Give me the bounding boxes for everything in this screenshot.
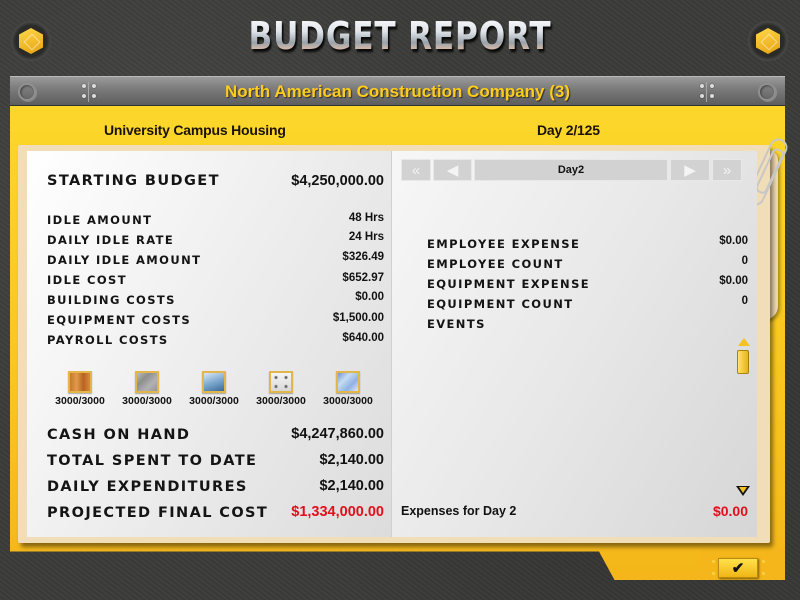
summary-row-value: $652.97 [342,272,384,284]
double-chevron-left-icon: « [411,161,421,179]
material-count: 3000/3000 [189,395,239,407]
double-chevron-right-icon: » [722,161,732,179]
summary-row-value: $640.00 [342,332,384,344]
confirm-button[interactable]: ✔ [718,558,758,578]
daily-row-value: 0 [741,255,748,267]
daily-row-label: EQUIPMENT COUNT [427,297,574,311]
checkmark-icon: ✔ [731,560,745,577]
totals-row-label: DAILY EXPENDITURES [47,479,248,495]
daily-row-label: EMPLOYEE COUNT [427,257,564,271]
totals-row-label: TOTAL SPENT TO DATE [47,453,258,469]
summary-row-value: $0.00 [355,291,384,303]
total-spent-value: $2,140.00 [319,452,384,468]
day-counter: Day 2/125 [537,122,600,138]
steel-material-icon [202,371,226,393]
totals-row-label: PROJECTED FINAL COST [47,505,269,521]
material-item: 3000/3000 [47,371,113,407]
starting-budget-label: STARTING BUDGET [47,173,220,189]
day-expenses-label: Expenses for Day 2 [401,504,517,518]
summary-row-value: 48 Hrs [348,212,384,224]
summary-row-label: BUILDING COSTS [47,293,176,307]
material-item: 3000/3000 [248,371,314,407]
summary-row-label: EQUIPMENT COSTS [47,313,192,327]
hex-bolt-icon [748,21,788,61]
ring-rivet-icon [758,83,776,101]
events-label: EVENTS [427,317,486,331]
projected-final-cost-value: $1,334,000.00 [291,504,384,520]
page-title: BUDGET REPORT [72,14,728,58]
rivets-icon [700,82,726,102]
material-item: 3000/3000 [315,371,381,407]
company-header-bar: North American Construction Company (3) [10,76,785,106]
totals-row-label: CASH ON HAND [47,427,191,443]
triangle-right-icon: ▶ [684,162,696,179]
scrollbar-thumb[interactable] [737,350,749,374]
daily-row-value: $0.00 [719,275,748,287]
material-count: 3000/3000 [323,395,373,407]
summary-row-label: IDLE COST [47,273,127,287]
day-selector-label: Day2 [474,159,668,181]
concrete-material-icon [135,371,159,393]
daily-row-value: 0 [741,295,748,307]
next-day-button[interactable]: ▶ [670,159,710,181]
previous-day-button[interactable]: ◀ [433,159,472,181]
wood-material-icon [68,371,92,393]
scroll-up-arrow-icon[interactable] [738,338,750,346]
material-count: 3000/3000 [256,395,306,407]
material-count: 3000/3000 [55,395,105,407]
daily-row-label: EMPLOYEE EXPENSE [427,237,581,251]
summary-row-label: PAYROLL COSTS [47,333,169,347]
glass-material-icon [336,371,360,393]
plate-material-icon [269,371,293,393]
material-count: 3000/3000 [122,395,172,407]
cash-on-hand-value: $4,247,860.00 [291,426,384,442]
material-item: 3000/3000 [181,371,247,407]
summary-row-label: DAILY IDLE AMOUNT [47,253,202,267]
summary-row-value: 24 Hrs [348,231,384,243]
company-name: North American Construction Company (3) [224,82,571,101]
material-item: 3000/3000 [114,371,180,407]
project-name: University Campus Housing [104,122,286,138]
summary-row-value: $1,500.00 [332,312,384,324]
summary-row-label: DAILY IDLE RATE [47,233,175,247]
last-day-button[interactable]: » [712,159,742,181]
first-day-button[interactable]: « [401,159,431,181]
daily-row-label: EQUIPMENT EXPENSE [427,277,591,291]
daily-page [391,151,757,537]
daily-expenditures-value: $2,140.00 [319,478,384,494]
day-expenses-value: $0.00 [712,503,748,519]
summary-row-label: IDLE AMOUNT [47,213,153,227]
hex-bolt-icon [11,21,51,61]
scroll-down-arrow-icon[interactable] [736,486,750,496]
starting-budget-value: $4,250,000.00 [291,173,384,189]
triangle-left-icon: ◀ [446,162,459,179]
daily-row-value: $0.00 [719,235,748,247]
summary-row-value: $326.49 [342,251,384,263]
